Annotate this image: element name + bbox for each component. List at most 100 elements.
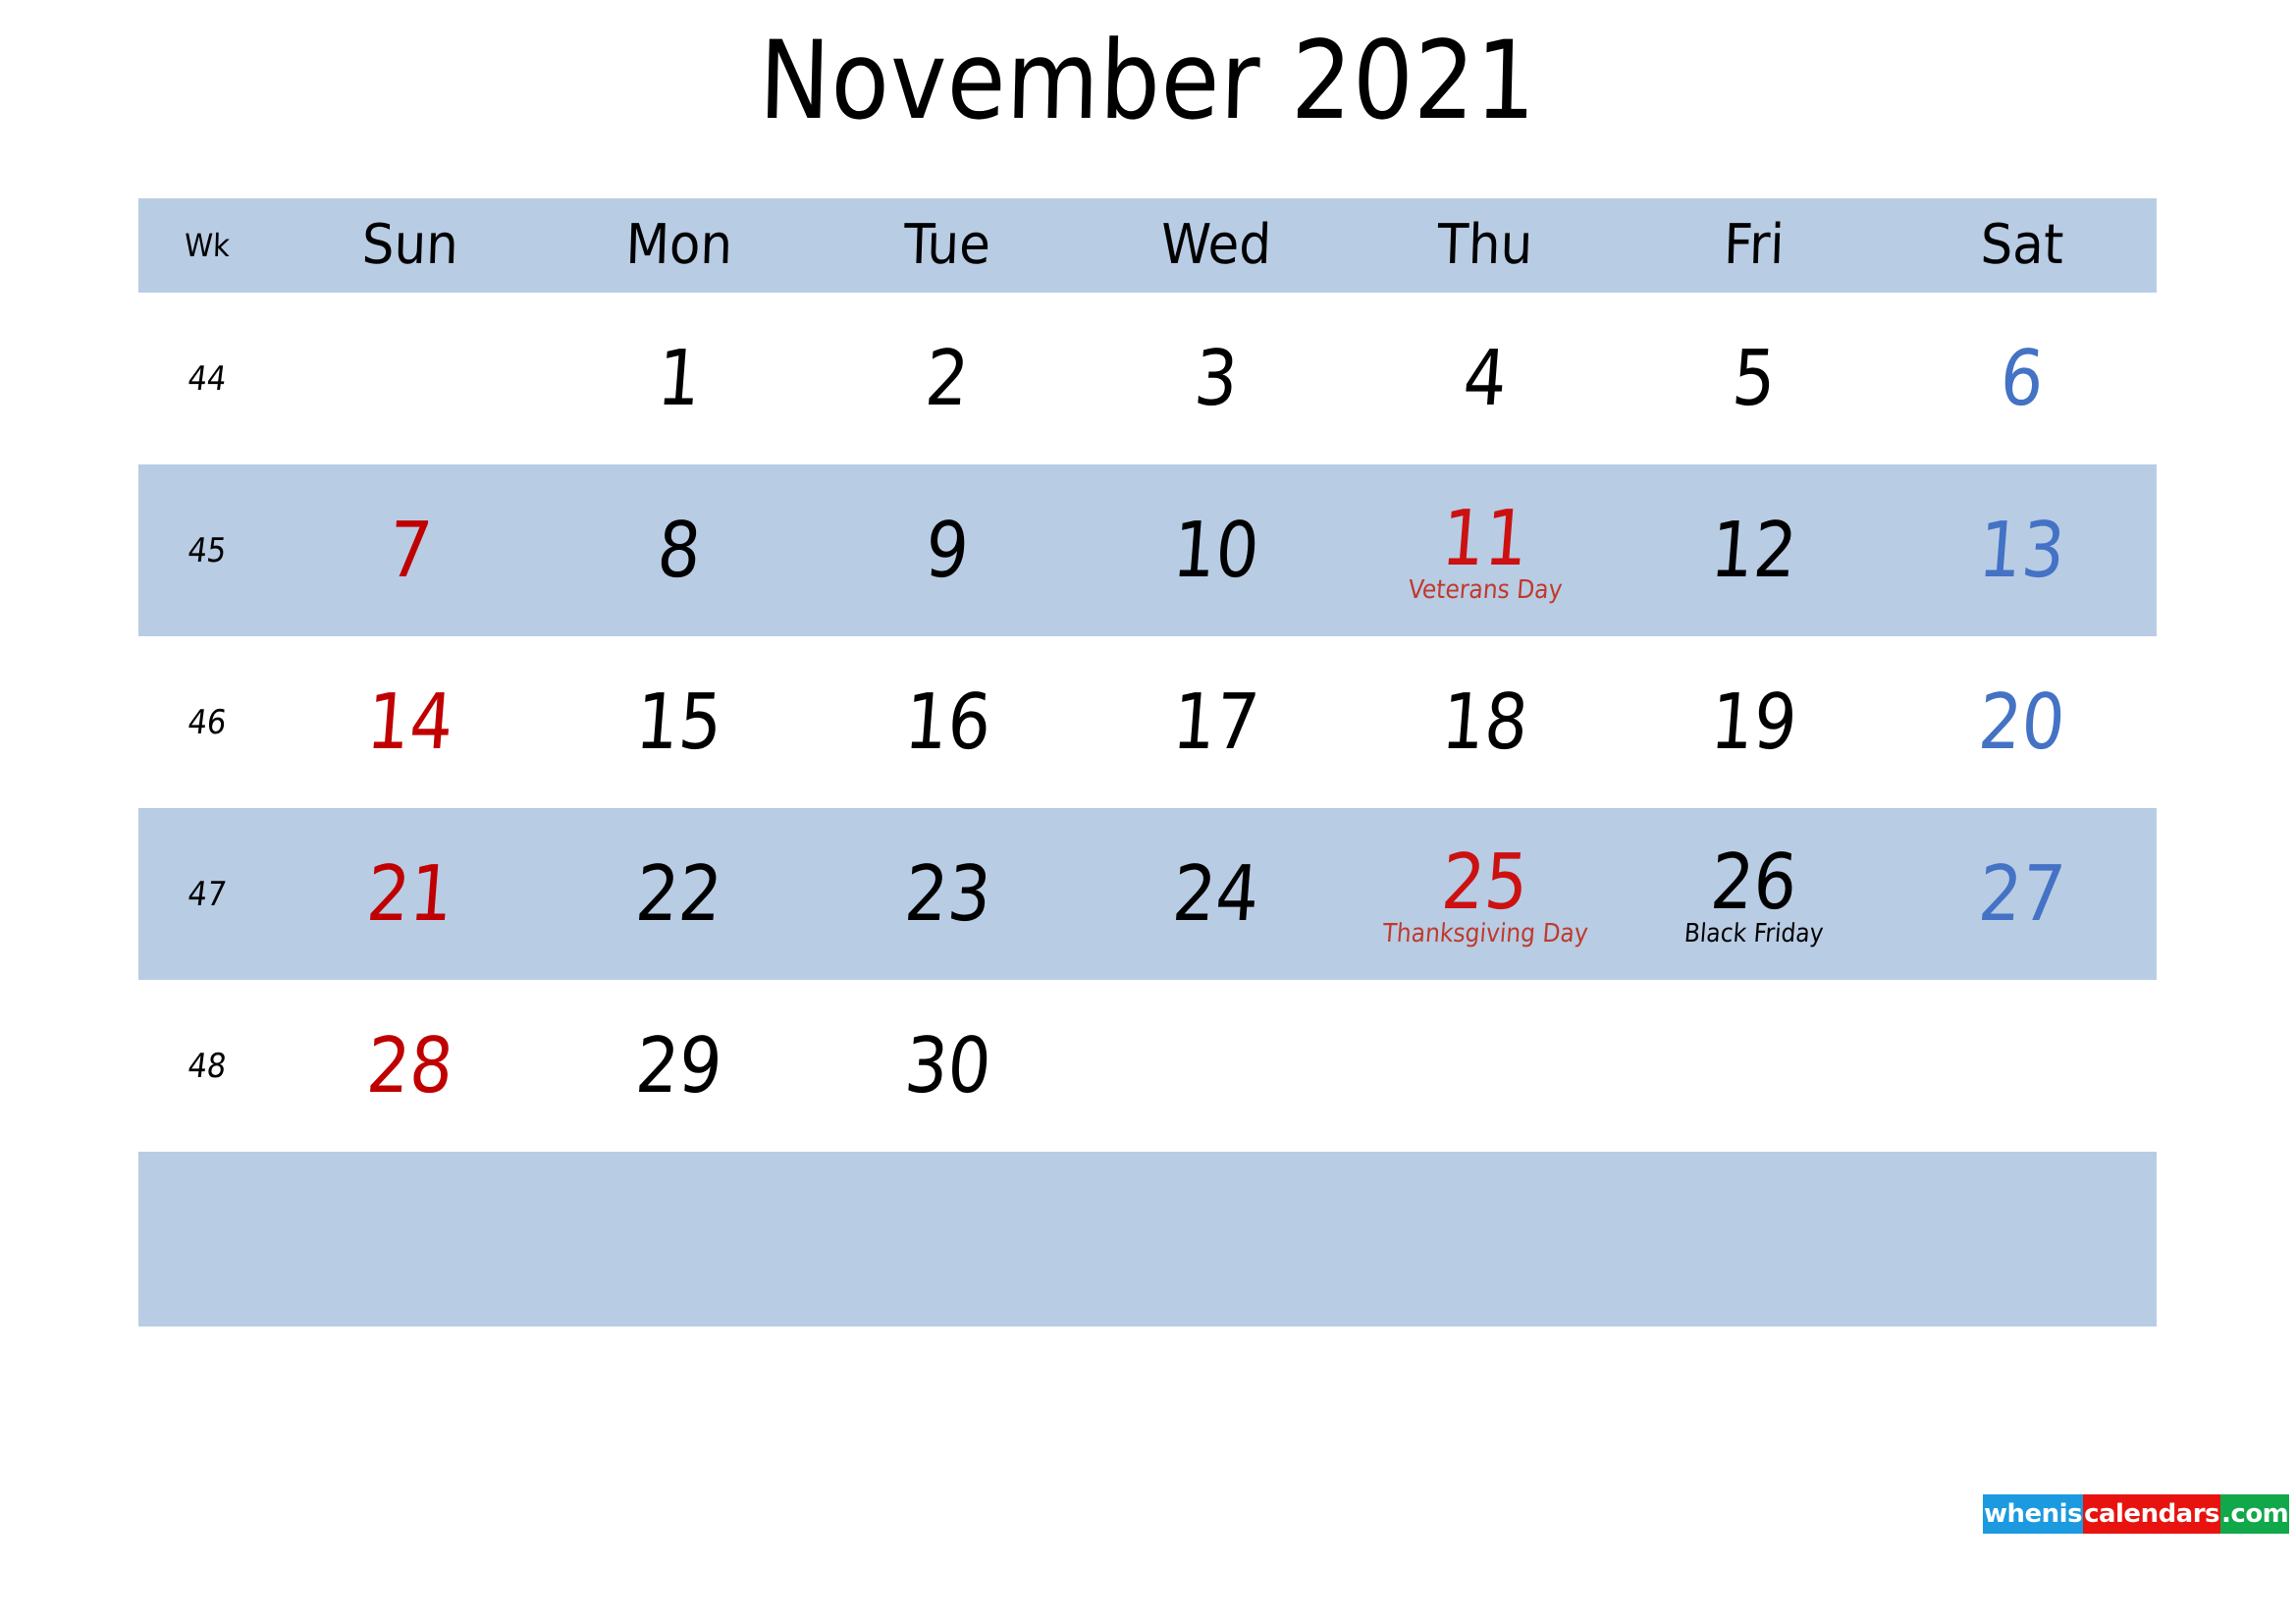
day-cell-sat[interactable]: 6	[1888, 293, 2157, 464]
day-cell-mon[interactable]: 29	[545, 980, 814, 1152]
watermark-segment-calendars: calendars	[2083, 1494, 2221, 1534]
day-cell-fri[interactable]	[1620, 1152, 1889, 1326]
day-cell-sun[interactable]: 14	[276, 636, 545, 808]
day-cell-fri[interactable]: 19	[1620, 636, 1889, 808]
day-cell-tue[interactable]: 2	[813, 293, 1082, 464]
calendar-week-row: 45 7 8 9 10 11 Veterans Day 12 13	[138, 464, 2157, 636]
day-number: 7	[385, 506, 436, 595]
day-cell-mon[interactable]	[545, 1152, 814, 1326]
day-number: 2	[922, 334, 973, 423]
day-number: 22	[632, 849, 725, 939]
day-cell-content	[1888, 980, 2157, 1152]
week-number-cell: 45	[185, 530, 229, 570]
day-cell-content: 9	[813, 464, 1082, 636]
day-cell-content: 1	[545, 293, 814, 464]
day-cell-wed[interactable]	[1082, 980, 1351, 1152]
day-cell-sat[interactable]	[1888, 1152, 2157, 1326]
day-cell-thu[interactable]: 4	[1351, 293, 1620, 464]
calendar-table: Wk Sun Mon Tue Wed Thu Fri Sat 44 1 2 3 4 5 6 4…	[138, 198, 2157, 1326]
day-cell-content	[1351, 1154, 1620, 1326]
day-cell-content: 29	[545, 980, 814, 1152]
day-cell-sun[interactable]	[276, 293, 545, 464]
day-number: 9	[922, 506, 973, 595]
day-number: 27	[1975, 849, 2069, 939]
day-cell-tue[interactable]: 16	[813, 636, 1082, 808]
day-cell-mon[interactable]: 22	[545, 808, 814, 980]
day-cell-fri[interactable]: 5	[1620, 293, 1889, 464]
day-cell-content: 13	[1888, 464, 2157, 636]
day-cell-content: 2	[813, 293, 1082, 464]
page-title: November 2021	[757, 17, 1539, 144]
calendar-week-row: 47 21 22 23 24 25 Thanksgiving Day 26 Black Frid…	[138, 808, 2157, 980]
day-cell-sat[interactable]: 13	[1888, 464, 2157, 636]
day-cell-content: 18	[1351, 636, 1620, 808]
day-cell-content: 20	[1888, 636, 2157, 808]
day-cell-sun[interactable]	[276, 1152, 545, 1326]
day-number: 12	[1707, 506, 1800, 595]
day-cell-content: 23	[813, 808, 1082, 980]
week-number-cell: 48	[185, 1046, 229, 1086]
day-cell-tue[interactable]: 23	[813, 808, 1082, 980]
day-cell-content	[1351, 980, 1620, 1152]
day-cell-wed[interactable]: 17	[1082, 636, 1351, 808]
day-cell-mon[interactable]: 1	[545, 293, 814, 464]
day-cell-sun[interactable]: 28	[276, 980, 545, 1152]
day-number: 25	[1438, 838, 1531, 927]
calendar-week-row	[138, 1152, 2157, 1326]
day-cell-fri[interactable]: 12	[1620, 464, 1889, 636]
week-number-cell	[134, 1152, 281, 1326]
day-cell-wed[interactable]: 3	[1082, 293, 1351, 464]
day-cell-fri[interactable]	[1620, 980, 1889, 1152]
watermark-logo[interactable]: whenis calendars .com	[1983, 1494, 2290, 1534]
calendar-week-row: 44 1 2 3 4 5 6	[138, 293, 2157, 464]
day-cell-content: 30	[813, 980, 1082, 1152]
day-cell-tue[interactable]: 9	[813, 464, 1082, 636]
day-cell-sat[interactable]	[1888, 980, 2157, 1152]
day-cell-content: 14	[276, 636, 545, 808]
day-number: 29	[632, 1021, 725, 1110]
day-cell-content	[1082, 1154, 1351, 1326]
day-number: 24	[1169, 849, 1263, 939]
day-cell-content: 4	[1351, 293, 1620, 464]
day-cell-mon[interactable]: 8	[545, 464, 814, 636]
day-number: 21	[363, 849, 456, 939]
day-cell-content: 8	[545, 464, 814, 636]
day-cell-thu[interactable]	[1351, 980, 1620, 1152]
day-cell-thu[interactable]	[1351, 1152, 1620, 1326]
header-day-tue: Tue	[903, 213, 992, 277]
day-cell-content	[276, 1154, 545, 1326]
day-number: 19	[1707, 677, 1800, 767]
day-cell-content: 6	[1888, 293, 2157, 464]
day-cell-content: 17	[1082, 636, 1351, 808]
day-number: 6	[1997, 334, 2048, 423]
day-cell-wed[interactable]: 10	[1082, 464, 1351, 636]
day-cell-thu[interactable]: 11 Veterans Day	[1351, 464, 1620, 636]
day-cell-thu[interactable]: 25 Thanksgiving Day	[1351, 808, 1620, 980]
holiday-label: Thanksgiving Day	[1380, 918, 1589, 948]
header-day-sat: Sat	[1979, 213, 2065, 277]
day-cell-wed[interactable]: 24	[1082, 808, 1351, 980]
day-cell-tue[interactable]: 30	[813, 980, 1082, 1152]
week-number-cell: 46	[185, 702, 229, 742]
day-cell-content	[1620, 980, 1889, 1152]
watermark-segment-whenis: whenis	[1983, 1494, 2084, 1534]
day-cell-content: 24	[1082, 808, 1351, 980]
day-cell-wed[interactable]	[1082, 1152, 1351, 1326]
day-cell-mon[interactable]: 15	[545, 636, 814, 808]
day-cell-sun[interactable]: 7	[276, 464, 545, 636]
calendar-week-row: 46 14 15 16 17 18 19 20	[138, 636, 2157, 808]
day-cell-tue[interactable]	[813, 1152, 1082, 1326]
day-cell-content: 19	[1620, 636, 1889, 808]
day-cell-content	[1082, 980, 1351, 1152]
day-cell-content: 7	[276, 464, 545, 636]
header-week-label: Wk	[184, 227, 231, 264]
day-cell-thu[interactable]: 18	[1351, 636, 1620, 808]
day-number: 17	[1169, 677, 1263, 767]
day-cell-sat[interactable]: 27	[1888, 808, 2157, 980]
day-cell-sun[interactable]: 21	[276, 808, 545, 980]
day-cell-content	[545, 1154, 814, 1326]
day-cell-content: 22	[545, 808, 814, 980]
calendar-week-row: 48 28 29 30	[138, 980, 2157, 1152]
day-cell-fri[interactable]: 26 Black Friday	[1620, 808, 1889, 980]
day-cell-sat[interactable]: 20	[1888, 636, 2157, 808]
